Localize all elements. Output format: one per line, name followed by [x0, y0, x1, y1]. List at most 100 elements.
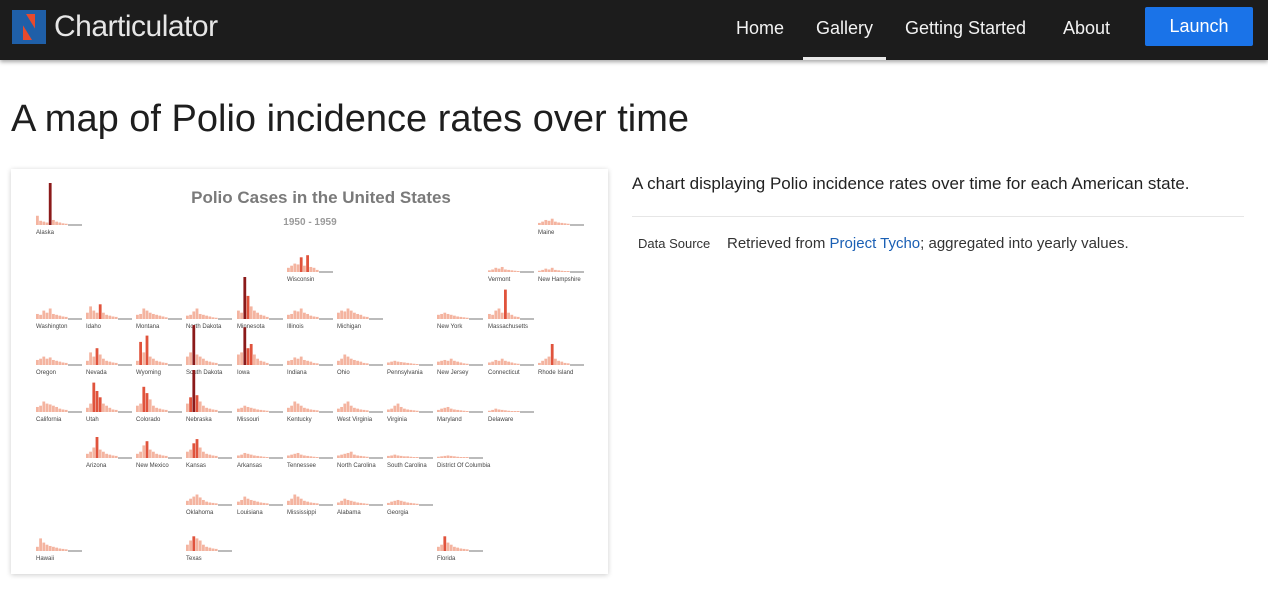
bar — [566, 271, 570, 272]
bar — [237, 310, 240, 319]
launch-button[interactable]: Launch — [1145, 7, 1253, 46]
nav-getting-started-link[interactable]: Getting Started — [905, 0, 1026, 60]
bar — [290, 359, 293, 365]
bar — [240, 499, 243, 505]
bar — [500, 312, 504, 319]
bar — [516, 316, 520, 319]
project-tycho-link[interactable]: Project Tycho — [830, 235, 921, 252]
bar — [265, 410, 269, 412]
bar — [205, 453, 208, 458]
bar — [45, 358, 49, 365]
bar — [349, 451, 353, 458]
bar — [95, 391, 99, 412]
bar — [346, 452, 350, 458]
bar — [399, 406, 403, 412]
bar — [262, 456, 266, 458]
state-tile-oregon: Oregon — [36, 356, 82, 376]
bar — [42, 356, 46, 365]
bar — [105, 314, 108, 319]
state-label: Maryland — [437, 417, 462, 423]
bar — [42, 542, 46, 551]
brand-link[interactable]: Charticulator — [12, 9, 218, 45]
chart-title: Polio Cases in the United States — [191, 188, 451, 207]
bar — [243, 277, 247, 319]
bar — [399, 500, 403, 505]
state-tile-idaho: Idaho — [86, 304, 132, 330]
state-tile-ohio: Ohio — [337, 354, 383, 376]
bar — [510, 314, 514, 319]
bar — [396, 455, 400, 458]
bar — [303, 407, 306, 412]
state-tile-minnesota: Minnesota — [237, 277, 283, 330]
bar — [459, 548, 463, 551]
bar — [95, 312, 99, 319]
bar — [396, 499, 400, 505]
bar — [353, 359, 356, 365]
bar — [52, 405, 55, 412]
bar — [541, 221, 544, 225]
state-tile-north-carolina: North Carolina — [337, 451, 383, 469]
bar — [89, 451, 92, 458]
state-label: Delaware — [488, 417, 514, 423]
bar — [186, 403, 189, 412]
bar — [161, 316, 165, 319]
bar — [456, 547, 459, 551]
bar — [48, 545, 52, 551]
state-label: Hawaii — [36, 556, 54, 562]
bar — [114, 455, 118, 458]
bar — [265, 503, 269, 505]
bar — [343, 403, 347, 412]
state-label: Missouri — [237, 417, 259, 423]
bar — [208, 454, 212, 458]
state-label: Kentucky — [287, 417, 312, 423]
bar — [440, 360, 443, 365]
bar — [440, 456, 443, 458]
bar — [139, 403, 142, 412]
bar — [396, 361, 400, 365]
state-tile-virginia: Virginia — [387, 403, 433, 423]
bar — [563, 362, 567, 365]
state-tile-nebraska: Nebraska — [186, 370, 232, 423]
bar — [315, 503, 319, 505]
bar — [359, 455, 363, 458]
bar — [158, 454, 162, 458]
bar — [362, 456, 366, 458]
bar — [296, 358, 300, 365]
nav-about-link[interactable]: About — [1063, 0, 1110, 60]
bar — [296, 452, 300, 458]
bar — [296, 496, 300, 505]
bar — [208, 502, 212, 505]
bar — [211, 317, 215, 319]
bar — [240, 454, 243, 458]
bar — [346, 356, 350, 365]
data-source-suffix: ; aggregated into yearly values. — [920, 235, 1129, 252]
bar — [259, 502, 263, 505]
bar — [192, 496, 196, 505]
state-label: Rhode Island — [538, 370, 573, 376]
state-tile-georgia: Georgia — [387, 499, 433, 516]
bar — [456, 361, 459, 365]
bar — [202, 358, 205, 365]
bar — [64, 549, 68, 551]
bar — [465, 457, 469, 458]
bar — [393, 500, 397, 505]
bar — [246, 498, 250, 505]
bar — [390, 408, 393, 412]
nav-gallery-link[interactable]: Gallery — [802, 0, 887, 60]
bar — [164, 362, 168, 365]
state-label: Alaska — [36, 230, 55, 236]
bar — [415, 457, 419, 458]
bar — [497, 268, 501, 272]
bar — [262, 502, 266, 505]
nav-home-link[interactable]: Home — [736, 0, 784, 60]
bar — [102, 312, 105, 319]
bar — [186, 500, 189, 505]
state-tile-indiana: Indiana — [287, 356, 333, 376]
bar — [89, 403, 92, 412]
bar — [449, 455, 453, 458]
bar — [192, 370, 196, 412]
state-label: Texas — [186, 556, 202, 562]
bar — [39, 405, 42, 412]
chart-preview-card[interactable]: Polio Cases in the United States 1950 - … — [11, 169, 608, 574]
bar — [155, 453, 158, 458]
